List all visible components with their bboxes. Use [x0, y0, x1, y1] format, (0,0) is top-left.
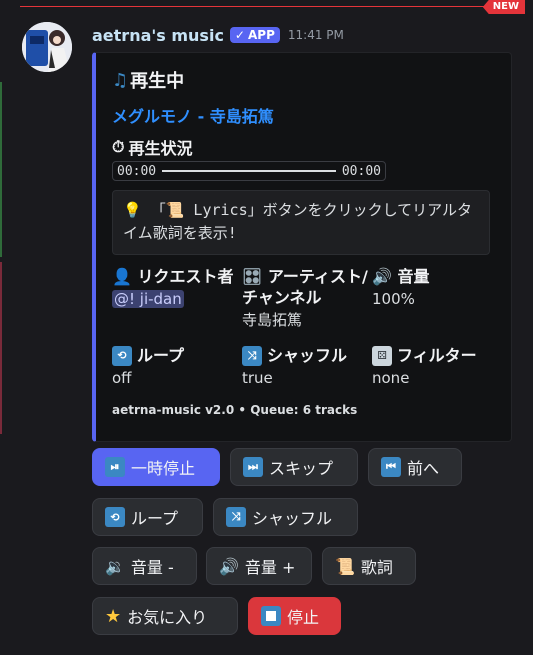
volume-label: 音量	[397, 267, 430, 286]
volume-down-label: 音量 -	[130, 558, 174, 577]
shuffle-icon: ⤨	[226, 507, 246, 527]
lyrics-button-label: 歌詞	[360, 558, 393, 577]
loop-button-label: ループ	[131, 509, 179, 528]
previous-button[interactable]: ⏮ 前へ	[368, 448, 462, 486]
pause-button-label: 一時停止	[131, 459, 196, 478]
channel-edge-markers	[0, 0, 2, 655]
favorite-button-label: お気に入り	[127, 608, 208, 627]
volume-down-button[interactable]: 🔉 音量 -	[92, 547, 197, 585]
repeat-icon: ⟲	[112, 345, 132, 366]
progress-start-time: 00:00	[117, 163, 157, 179]
app-badge-label: APP	[247, 28, 275, 42]
shuffle-value: true	[242, 369, 273, 387]
volume-up-button[interactable]: 🔊 音量 +	[206, 547, 312, 585]
track-link[interactable]: メグルモノ - 寺島拓篤	[112, 103, 274, 127]
previous-button-label: 前へ	[407, 459, 440, 478]
field-requester: 👤 リクエスト者 @! ji-dan	[112, 266, 234, 309]
loop-value: off	[112, 369, 132, 387]
progress-end-time: 00:00	[341, 163, 381, 179]
field-shuffle: ⤨ シャッフル true	[242, 345, 368, 388]
music-note-icon: ♫	[112, 69, 129, 91]
skip-button-label: スキップ	[269, 459, 334, 478]
stop-button-label: 停止	[287, 608, 320, 627]
stop-button[interactable]: 停止	[248, 597, 341, 635]
edge-marker-green	[0, 82, 2, 257]
field-artist: 🎛 アーティスト/チャンネル 寺島拓篤	[242, 266, 368, 330]
filter-dice-icon: ⚄	[372, 345, 392, 366]
skip-button[interactable]: ⏭ スキップ	[230, 448, 358, 486]
lyrics-hint-text: 「📜 Lyrics」ボタンをクリックしてリアルタイム歌詞を表示!	[123, 201, 473, 242]
speaker-high-icon: 🔊	[219, 556, 239, 576]
lyrics-button[interactable]: 📜 歌詞	[322, 547, 416, 585]
speaker-icon: 🔊	[372, 267, 392, 286]
embed-title: ♫ 再生中	[112, 67, 184, 93]
volume-value: 100%	[372, 290, 415, 308]
play-pause-icon: ⏯	[105, 457, 125, 477]
author-name[interactable]: aetrna's music	[92, 26, 224, 45]
filter-value: none	[372, 369, 410, 387]
field-loop: ⟲ ループ off	[112, 345, 234, 388]
volume-up-label: 音量 +	[244, 558, 296, 577]
avatar-image	[22, 22, 72, 72]
embed-footer: aetrna-music v2.0 • Queue: 6 tracks	[112, 403, 358, 417]
shuffle-button-label: シャッフル	[252, 509, 333, 528]
artist-value: 寺島拓篤	[242, 311, 303, 329]
message-timestamp[interactable]: 11:41 PM	[288, 28, 344, 42]
filter-label: フィルター	[397, 346, 477, 365]
playback-status-text: 再生状況	[128, 139, 193, 158]
repeat-icon: ⟲	[105, 507, 125, 527]
loop-button[interactable]: ⟲ ループ	[92, 498, 203, 536]
lyrics-hint-box: 💡 「📜 Lyrics」ボタンをクリックしてリアルタイム歌詞を表示!	[112, 190, 490, 255]
previous-track-icon: ⏮	[381, 457, 401, 477]
pause-button[interactable]: ⏯ 一時停止	[92, 448, 220, 486]
speaker-low-icon: 🔉	[105, 556, 125, 576]
loop-label: ループ	[137, 346, 185, 365]
now-playing-embed: ♫ 再生中 メグルモノ - 寺島拓篤 ⏱ 再生状況 00:00 00:00 💡 …	[92, 52, 512, 442]
progress-bar: 00:00 00:00	[112, 161, 386, 181]
shuffle-label: シャッフル	[267, 346, 348, 365]
playback-status-heading: ⏱ 再生状況	[112, 135, 193, 159]
stop-icon	[261, 606, 281, 626]
stopwatch-icon: ⏱	[112, 137, 125, 156]
scroll-icon: 📜	[335, 556, 355, 576]
embed-title-text: 再生中	[130, 71, 185, 92]
progress-track	[162, 170, 336, 172]
favorite-button[interactable]: ★ お気に入り	[92, 597, 238, 635]
shuffle-button[interactable]: ⤨ シャッフル	[213, 498, 358, 536]
new-messages-badge: NEW	[482, 0, 525, 14]
requester-mention[interactable]: @! ji-dan	[112, 290, 184, 308]
control-knobs-icon: 🎛	[242, 267, 263, 286]
next-track-icon: ⏭	[243, 457, 263, 477]
avatar[interactable]	[22, 22, 72, 72]
lightbulb-icon: 💡	[123, 201, 142, 219]
app-badge: ✓ APP	[229, 27, 280, 43]
new-messages-divider	[20, 6, 520, 7]
edge-marker-red	[0, 262, 2, 434]
shuffle-icon: ⤨	[242, 345, 262, 366]
requester-label: リクエスト者	[137, 267, 234, 286]
field-filter: ⚄ フィルター none	[372, 345, 498, 388]
star-icon: ★	[105, 605, 122, 627]
field-volume: 🔊 音量 100%	[372, 266, 498, 309]
user-icon: 👤	[112, 267, 132, 286]
message-header: aetrna's music ✓ APP 11:41 PM	[92, 24, 344, 46]
check-icon: ✓	[234, 28, 245, 42]
